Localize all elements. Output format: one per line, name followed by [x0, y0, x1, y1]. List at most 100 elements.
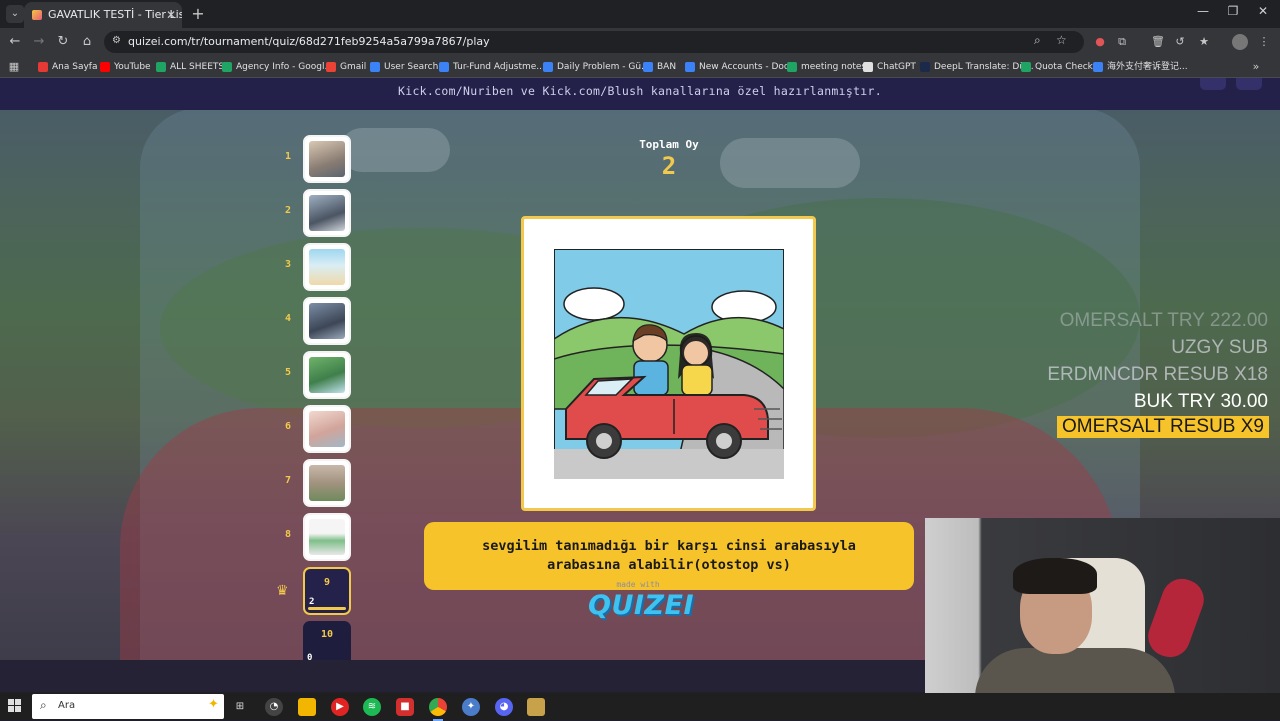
- rank-item[interactable]: 5: [280, 351, 352, 399]
- history-icon[interactable]: ↺: [1172, 34, 1188, 50]
- rank-item[interactable]: 3: [280, 243, 352, 291]
- menu-icon[interactable]: ⋮: [1256, 34, 1272, 50]
- browser-tab[interactable]: GAVATLIK TESTİ - Tier List, Kör S ✕: [24, 2, 182, 28]
- close-tab-icon[interactable]: ✕: [166, 2, 176, 28]
- slot-number: 10: [320, 629, 334, 640]
- rank-slot[interactable]: 9 2: [303, 567, 351, 615]
- address-bar[interactable]: ⚙ quizei.com/tr/tournament/quiz/68d271fe…: [104, 31, 1084, 53]
- apps-grid-icon[interactable]: ▦: [6, 59, 22, 75]
- bookmark-item[interactable]: DeepL Translate: Dü...: [920, 60, 1034, 74]
- bookmark-item[interactable]: Tur-Fund Adjustme...: [439, 60, 545, 74]
- bookmark-item[interactable]: Ana Sayfa: [38, 60, 97, 74]
- bookmark-item[interactable]: New Accounts - Docs: [685, 60, 794, 74]
- stream-alert: OMERSALT TRY 222.00: [1059, 310, 1268, 331]
- bookmark-item[interactable]: User Search: [370, 60, 438, 74]
- tab-search-icon[interactable]: ⌄: [6, 5, 24, 23]
- rank-thumbnail[interactable]: [303, 513, 351, 561]
- bookmark-item[interactable]: YouTube: [100, 60, 151, 74]
- rank-thumbnail[interactable]: [303, 351, 351, 399]
- delete-icon[interactable]: 🗑: [1150, 34, 1166, 50]
- rank-number: 6: [284, 421, 292, 432]
- zoom-icon[interactable]: ⌕: [1034, 33, 1041, 48]
- windows-taskbar: ⌕ Ara ✦ ⊞ ◔ ▶ ≋ ■ ✦ ◕: [0, 693, 1280, 721]
- site-info-icon[interactable]: ⚙: [112, 35, 121, 46]
- rank-number: 1: [284, 151, 292, 162]
- header-button[interactable]: [1236, 78, 1262, 90]
- extension-icon[interactable]: ●: [1092, 34, 1108, 50]
- search-placeholder: Ara: [58, 700, 76, 711]
- reload-icon[interactable]: ↻: [54, 33, 72, 51]
- bookmark-item[interactable]: Agency Info - Googl...: [222, 60, 333, 74]
- url-text[interactable]: quizei.com/tr/tournament/quiz/68d271feb9…: [128, 31, 490, 53]
- task-view-icon[interactable]: ⊞: [231, 698, 249, 716]
- rank-item[interactable]: 6: [280, 405, 352, 453]
- more-bookmarks-icon[interactable]: »: [1248, 59, 1264, 75]
- close-window-button[interactable]: ✕: [1248, 4, 1278, 18]
- rank-number: 7: [284, 475, 292, 486]
- crown-icon: ♛: [276, 583, 289, 599]
- bookmark-item[interactable]: Gmail: [326, 60, 366, 74]
- header-button[interactable]: [1200, 78, 1226, 90]
- made-with-label: made with: [616, 580, 660, 589]
- discord-icon[interactable]: ◕: [495, 698, 513, 716]
- bookmark-item[interactable]: ChatGPT: [863, 60, 916, 74]
- rank-item[interactable]: 7: [280, 459, 352, 507]
- chrome-icon[interactable]: [429, 698, 447, 721]
- rank-thumbnail[interactable]: [303, 243, 351, 291]
- tab-favicon-icon: [32, 10, 42, 20]
- rank-item-current[interactable]: ♛ 9 2: [276, 567, 352, 615]
- rank-item[interactable]: 8: [280, 513, 352, 561]
- page-footer: [0, 660, 925, 692]
- rank-item[interactable]: 1: [280, 135, 352, 183]
- minimize-button[interactable]: —: [1188, 4, 1218, 18]
- bookmark-item[interactable]: 海外支付奢诉登记...: [1093, 60, 1188, 74]
- taskbar-search[interactable]: ⌕ Ara ✦: [32, 694, 224, 719]
- bookmark-star-icon[interactable]: ☆: [1056, 33, 1067, 47]
- bookmark-item[interactable]: Daily Problem - Gü...: [543, 60, 650, 74]
- total-votes-label: Toplam Oy: [639, 138, 699, 151]
- rank-number: 8: [284, 529, 292, 540]
- rank-number: 5: [284, 367, 292, 378]
- header-notice: Kick.com/Nuriben ve Kick.com/Blush kanal…: [398, 84, 882, 98]
- file-explorer-icon[interactable]: [298, 698, 316, 716]
- recording-app-icon[interactable]: ■: [396, 698, 414, 716]
- home-icon[interactable]: ⌂: [78, 33, 96, 51]
- media-player-icon[interactable]: ▶: [331, 698, 349, 716]
- rank-number: 4: [284, 313, 292, 324]
- app-icon[interactable]: ✦: [462, 698, 480, 716]
- spotify-icon[interactable]: ≋: [363, 698, 381, 716]
- app-icon[interactable]: ◔: [265, 698, 283, 716]
- rank-number: 3: [284, 259, 292, 270]
- restore-button[interactable]: ❐: [1218, 4, 1248, 18]
- windows-start-icon[interactable]: [8, 699, 22, 713]
- question-card[interactable]: [521, 216, 816, 511]
- bookmark-item[interactable]: BAN: [643, 60, 676, 74]
- bookmark-item[interactable]: meeting notes: [787, 60, 866, 74]
- forward-icon[interactable]: →: [30, 33, 48, 51]
- back-icon[interactable]: ←: [6, 33, 24, 51]
- rank-thumbnail[interactable]: [303, 135, 351, 183]
- vote-progress-bar: [308, 607, 346, 610]
- game-launcher-icon[interactable]: [527, 698, 545, 716]
- stream-alert: UZGY SUB: [1171, 337, 1268, 358]
- browser-tab-strip: ⌄ GAVATLIK TESTİ - Tier List, Kör S ✕ + …: [0, 0, 1280, 28]
- profile-avatar[interactable]: [1232, 34, 1248, 50]
- bookmarks-bar: ▦ Ana Sayfa YouTube ALL SHEETS Agency In…: [0, 56, 1280, 78]
- rank-item[interactable]: 4: [280, 297, 352, 345]
- rank-item[interactable]: 2: [280, 189, 352, 237]
- new-tab-button[interactable]: +: [188, 4, 208, 23]
- rank-thumbnail[interactable]: [303, 189, 351, 237]
- rank-thumbnail[interactable]: [303, 459, 351, 507]
- bookmarks-icon[interactable]: ★: [1196, 34, 1212, 50]
- rank-thumbnail[interactable]: [303, 297, 351, 345]
- bookmark-item[interactable]: ALL SHEETS: [156, 60, 224, 74]
- slot-votes: 2: [309, 597, 315, 607]
- bookmark-item[interactable]: Quota Check: [1021, 60, 1093, 74]
- tab-title: GAVATLIK TESTİ - Tier List, Kör S: [48, 8, 182, 21]
- car-couple-illustration: [554, 249, 784, 479]
- rank-thumbnail[interactable]: [303, 405, 351, 453]
- rank-number: 2: [284, 205, 292, 216]
- webcam-feed: [925, 518, 1280, 694]
- extensions-puzzle-icon[interactable]: ⧉: [1114, 34, 1130, 50]
- quizei-logo[interactable]: QUIZEI: [588, 590, 694, 621]
